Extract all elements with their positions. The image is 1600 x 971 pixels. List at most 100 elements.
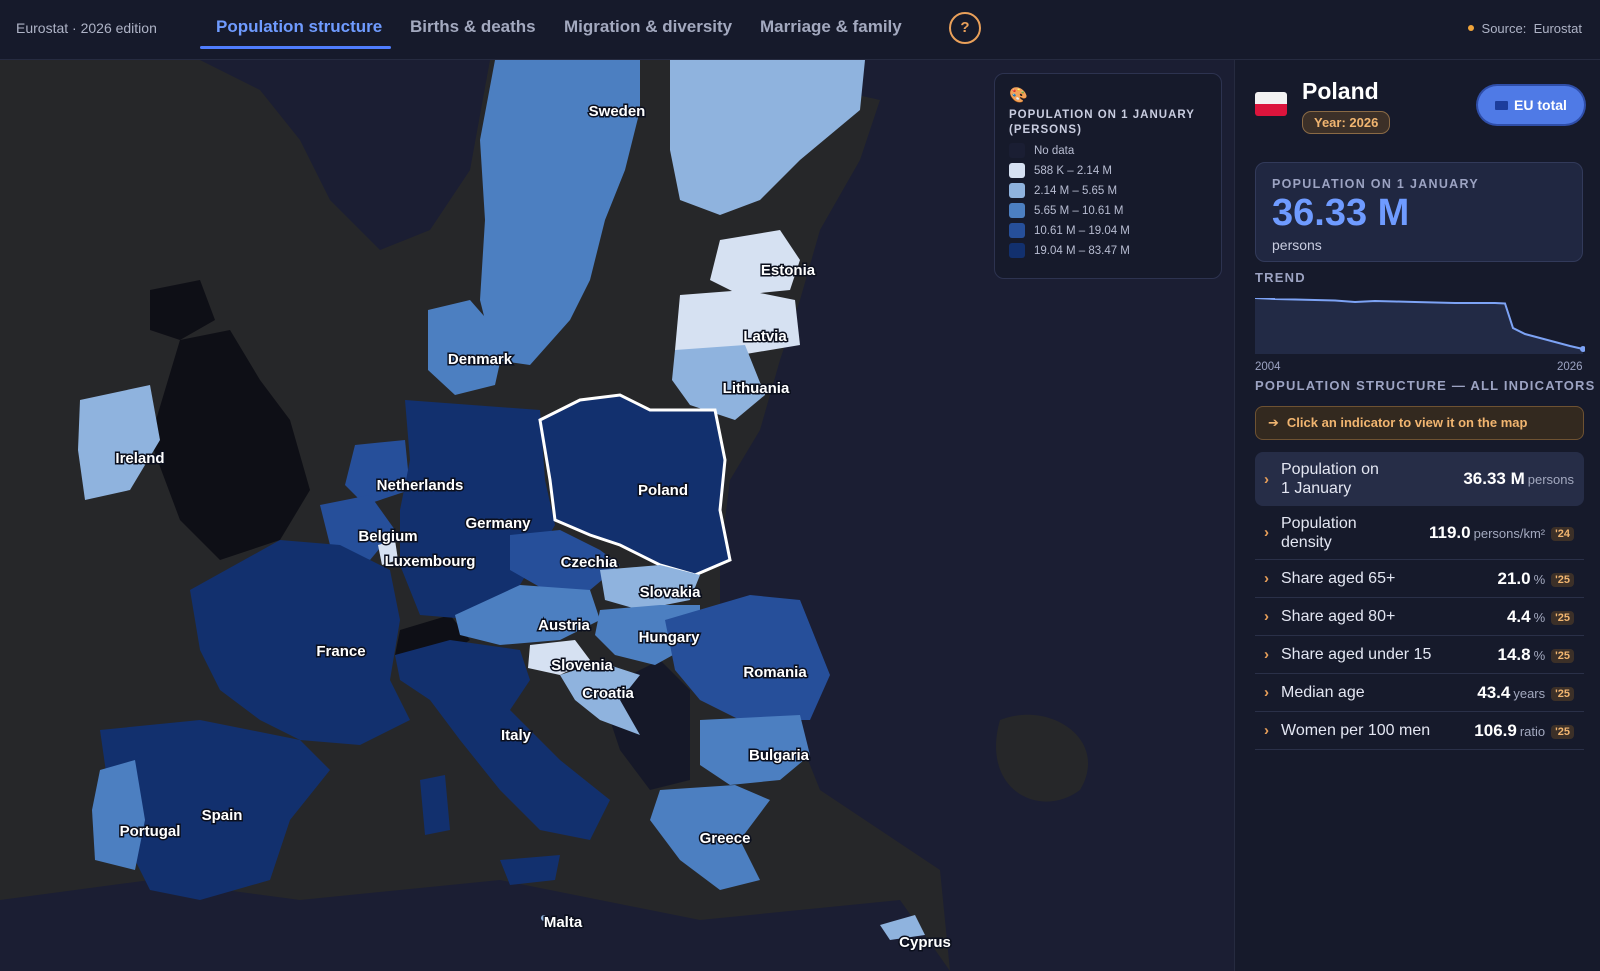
country-label-bulgaria: Bulgaria: [749, 747, 810, 764]
indicator-density[interactable]: › Population density 119.0 persons/km² '24: [1255, 506, 1584, 560]
indicator-share-under-15[interactable]: › Share aged under 15 14.8% '25: [1255, 636, 1584, 674]
country-portugal[interactable]: [92, 760, 145, 870]
indicator-name: Share aged under 15: [1281, 646, 1432, 663]
indicator-value: 21.0% '25: [1497, 569, 1574, 589]
country-label-ireland: Ireland: [115, 450, 164, 467]
country-latvia[interactable]: [675, 290, 800, 355]
indicator-name: Share aged 80+: [1281, 608, 1396, 625]
country-sardinia[interactable]: [420, 775, 450, 835]
country-label-belgium: Belgium: [358, 528, 417, 545]
legend-swatch: [1009, 203, 1025, 218]
legend-item: 5.65 M – 10.61 M: [1009, 203, 1207, 218]
legend-swatch: [1009, 243, 1025, 258]
chevron-right-icon: ›: [1264, 646, 1269, 663]
active-tab-indicator: [200, 46, 391, 49]
chevron-right-icon: ›: [1264, 608, 1269, 625]
tab-marriage-family[interactable]: Marriage & family: [760, 17, 902, 37]
country-label-austria: Austria: [538, 617, 590, 634]
legend-label: No data: [1034, 144, 1075, 157]
legend-label: 10.61 M – 19.04 M: [1034, 224, 1130, 237]
legend-item: 19.04 M – 83.47 M: [1009, 243, 1207, 258]
country-label-spain: Spain: [202, 807, 243, 824]
chevron-right-icon: ›: [1264, 470, 1269, 488]
eu-total-label: EU total: [1514, 97, 1567, 113]
tab-births-deaths[interactable]: Births & deaths: [410, 17, 536, 37]
legend-label: 5.65 M – 10.61 M: [1034, 204, 1124, 217]
kpi-label: POPULATION ON 1 JANUARY: [1272, 177, 1479, 191]
indicator-name: Population density: [1281, 514, 1357, 551]
tab-population-structure[interactable]: Population structure: [216, 17, 382, 37]
source-label: Source:: [1481, 21, 1527, 36]
year-tag: '24: [1551, 526, 1574, 541]
country-label-portugal: Portugal: [120, 823, 181, 840]
indicator-women-per-100-men[interactable]: › Women per 100 men 106.9 ratio '25: [1255, 712, 1584, 750]
arrow-right-icon: ➔: [1268, 415, 1279, 430]
indicator-share-80[interactable]: › Share aged 80+ 4.4% '25: [1255, 598, 1584, 636]
country-label-lithuania: Lithuania: [723, 380, 790, 397]
indicator-name: Share aged 65+: [1281, 570, 1396, 587]
legend-swatch: [1009, 223, 1025, 238]
indicator-median-age[interactable]: › Median age 43.4 years '25: [1255, 674, 1584, 712]
legend-label: 19.04 M – 83.47 M: [1034, 244, 1130, 257]
legend-label: 588 K – 2.14 M: [1034, 164, 1112, 177]
country-detail-panel: Poland Year: 2026 EU total POPULATION ON…: [1234, 60, 1600, 971]
country-label-malta: Malta: [544, 914, 583, 931]
eu-total-button[interactable]: EU total: [1478, 86, 1584, 124]
trend-sparkline[interactable]: [1255, 298, 1585, 354]
indicator-name: Median age: [1281, 684, 1365, 701]
country-label-france: France: [316, 643, 365, 660]
poland-flag-icon: [1255, 92, 1287, 116]
country-label-romania: Romania: [743, 664, 807, 681]
legend-label: 2.14 M – 5.65 M: [1034, 184, 1118, 197]
country-label-poland: Poland: [638, 482, 688, 499]
brand-label: Eurostat · 2026 edition: [16, 20, 157, 36]
chevron-right-icon: ›: [1264, 570, 1269, 587]
source-dot-icon: [1467, 25, 1474, 31]
trend-start-year: 2004: [1255, 361, 1281, 373]
indicators-title: POPULATION STRUCTURE — ALL INDICATORS: [1255, 378, 1596, 393]
map-legend: 🎨 POPULATION ON 1 JANUARY (PERSONS) No d…: [994, 73, 1222, 279]
indicator-value: 14.8% '25: [1497, 645, 1574, 665]
tab-migration-diversity[interactable]: Migration & diversity: [564, 17, 732, 37]
country-label-latvia: Latvia: [743, 328, 787, 345]
indicator-population[interactable]: › Population on 1 January 36.33 Mpersons: [1255, 452, 1584, 506]
indicator-value: 36.33 Mpersons: [1463, 469, 1574, 488]
help-button[interactable]: ?: [949, 12, 981, 44]
indicator-name: Population on 1 January: [1281, 461, 1379, 497]
legend-swatch: [1009, 163, 1025, 178]
source-indicator: Source: Eurostat: [1467, 21, 1582, 36]
trend-end-year: 2026: [1557, 361, 1583, 373]
country-label-netherlands: Netherlands: [377, 477, 464, 494]
legend-item: No data: [1009, 143, 1207, 158]
country-label-czechia: Czechia: [561, 554, 618, 571]
hint-text: Click an indicator to view it on the map: [1286, 415, 1528, 430]
legend-item: 588 K – 2.14 M: [1009, 163, 1207, 178]
palette-icon: 🎨: [1009, 87, 1028, 104]
country-label-hungary: Hungary: [639, 629, 701, 646]
top-bar: Eurostat · 2026 edition Population struc…: [0, 0, 1600, 60]
country-name: Poland: [1302, 78, 1379, 104]
trend-area: [1255, 298, 1583, 354]
kpi-unit: persons: [1272, 237, 1322, 253]
country-label-italy: Italy: [501, 727, 532, 744]
indicator-hint: ➔ Click an indicator to view it on the ma…: [1255, 406, 1584, 440]
trend-title: TREND: [1255, 270, 1306, 285]
country-label-denmark: Denmark: [448, 351, 513, 368]
country-label-croatia: Croatia: [582, 685, 634, 702]
country-label-sweden: Sweden: [589, 103, 646, 120]
kpi-value: 36.33 M: [1272, 192, 1410, 234]
year-tag: '25: [1551, 572, 1574, 587]
year-tag: '25: [1551, 648, 1574, 663]
indicator-share-65[interactable]: › Share aged 65+ 21.0% '25: [1255, 560, 1584, 598]
year-tag: '25: [1551, 686, 1574, 701]
legend-title: POPULATION ON 1 JANUARY (PERSONS): [1009, 109, 1195, 136]
indicator-value: 119.0 persons/km² '24: [1429, 523, 1574, 543]
chevron-right-icon: ›: [1264, 722, 1269, 739]
chevron-right-icon: ›: [1264, 524, 1269, 541]
legend-swatch: [1009, 183, 1025, 198]
country-label-cyprus: Cyprus: [899, 934, 951, 951]
indicator-value: 43.4 years '25: [1477, 683, 1574, 703]
year-tag: '25: [1551, 610, 1574, 625]
chevron-right-icon: ›: [1264, 684, 1269, 701]
country-label-slovenia: Slovenia: [551, 657, 613, 674]
